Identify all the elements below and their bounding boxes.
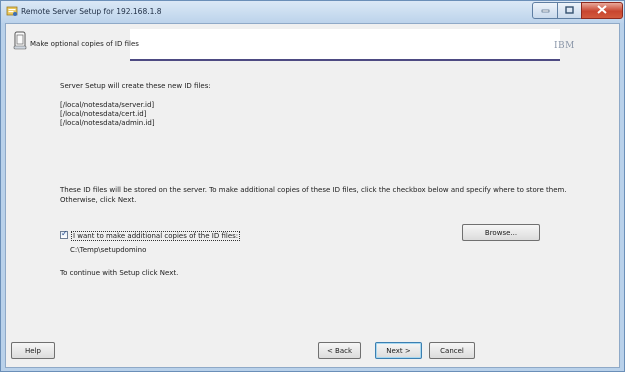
info-text-next: Otherwise, click Next. (60, 196, 137, 204)
setup-app-icon (6, 5, 18, 17)
id-file-path: [/local/notesdata/admin.id] (60, 119, 155, 127)
intro-text: Server Setup will create these new ID fi… (60, 82, 211, 90)
ibm-logo: IBM (554, 41, 575, 51)
help-button[interactable]: Help (11, 342, 55, 359)
id-file-path: [/local/notesdata/server.id] (60, 101, 155, 109)
copy-location-path: C:\Temp\setupdomino (70, 246, 147, 254)
maximize-button[interactable] (557, 2, 582, 19)
title-bar[interactable]: Remote Server Setup for 192.168.1.8 (1, 1, 624, 23)
wizard-header: Make optional copies of ID files IBM (6, 24, 619, 66)
minimize-icon (541, 7, 550, 15)
info-text: These ID files will be stored on the ser… (60, 186, 567, 194)
window-title: Remote Server Setup for 192.168.1.8 (21, 7, 162, 16)
close-icon (597, 5, 607, 16)
browse-button[interactable]: Browse... (462, 224, 540, 241)
page-title: Make optional copies of ID files (30, 40, 139, 48)
close-button[interactable] (581, 2, 623, 19)
make-copies-label[interactable]: I want to make additional copies of the … (71, 231, 241, 241)
minimize-button[interactable] (532, 2, 558, 19)
id-file-path: [/local/notesdata/cert.id] (60, 110, 147, 118)
setup-window: Remote Server Setup for 192.168.1.8 Make… (0, 0, 625, 372)
cancel-button[interactable]: Cancel (429, 342, 475, 359)
maximize-icon (565, 5, 574, 16)
header-banner (130, 29, 560, 60)
id-file-document-icon (13, 31, 27, 50)
header-divider (130, 59, 560, 61)
back-button[interactable]: < Back (318, 342, 361, 359)
wizard-panel: Make optional copies of ID files IBM Ser… (5, 23, 620, 368)
continue-text: To continue with Setup click Next. (60, 269, 179, 277)
next-button[interactable]: Next > (375, 342, 422, 359)
make-copies-checkbox[interactable] (60, 229, 68, 239)
